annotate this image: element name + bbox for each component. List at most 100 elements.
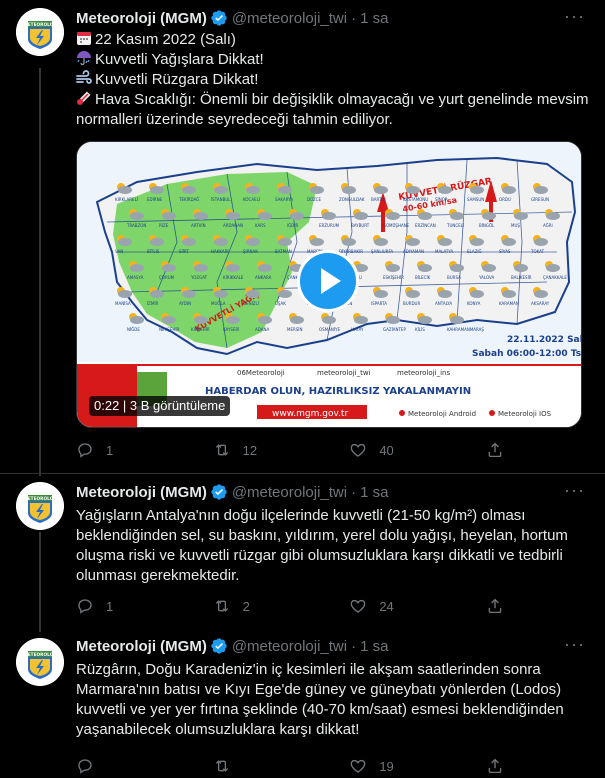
tweet-line: Yağışların Antalya'nın doğu ilçelerinde …	[76, 507, 526, 524]
city-label: ŞIRNAK	[243, 249, 258, 254]
city-label: TRABZON	[126, 223, 146, 228]
share-button[interactable]	[486, 597, 516, 615]
city-label: AYDIN	[179, 301, 191, 306]
city-label: MERSİN	[287, 327, 302, 332]
timestamp[interactable]: 1 sa	[360, 10, 388, 27]
map-period: Sabah 06:00-12:00 Tsi	[472, 349, 582, 359]
retweet-count: 12	[242, 442, 258, 458]
play-button[interactable]	[297, 250, 359, 312]
city-label: MUĞLA	[211, 301, 226, 306]
city-label: KOCAELİ	[243, 197, 260, 202]
author-name[interactable]: Meteoroloji (MGM)	[76, 638, 207, 655]
like-button[interactable]: 40	[349, 441, 449, 459]
tweet-line: normalleri üzerinde seyredeceği tahmin e…	[76, 110, 586, 130]
reply-button[interactable]: 1	[76, 597, 176, 615]
city-label: AĞRI	[543, 223, 553, 228]
city-label: KİLİS	[415, 327, 425, 332]
tweet-actions: 1 2 24	[76, 596, 516, 616]
city-label: TOKAT	[530, 249, 545, 254]
share-icon	[486, 597, 504, 615]
city-label: ISPARTA	[371, 301, 387, 306]
city-label: KAYSERİ	[223, 327, 239, 332]
tweet[interactable]: Meteoroloji (MGM) @meteoroloji_twi · 1 s…	[0, 0, 605, 476]
tweet[interactable]: Meteoroloji (MGM) @meteoroloji_twi · 1 s…	[0, 630, 605, 778]
like-count: 19	[379, 758, 394, 774]
timestamp[interactable]: 1 sa	[360, 484, 388, 501]
retweet-button[interactable]: 2	[213, 597, 313, 615]
like-button[interactable]: 19	[349, 757, 449, 775]
city-label: İSTANBUL	[211, 197, 231, 202]
app-android: Meteoroloji Android	[408, 410, 476, 418]
city-label: ANTALYA	[435, 301, 452, 306]
avatar[interactable]	[16, 8, 64, 56]
retweet-icon	[213, 597, 231, 615]
tweet-line: yaşanabilecek olumsuzluklara karşı dikka…	[76, 721, 360, 738]
reply-button[interactable]: 1	[76, 441, 176, 459]
social-facebook: 06Meteoroloji	[237, 369, 285, 377]
heart-icon	[349, 757, 367, 775]
city-label: AKSARAY	[531, 301, 550, 306]
line-text: Kuvvetli Rüzgara Dikkat!	[95, 71, 259, 88]
city-label: TUNCELİ	[446, 223, 464, 228]
timestamp[interactable]: 1 sa	[360, 638, 388, 655]
city-label: EDİRNE	[147, 197, 163, 202]
reply-count: 1	[106, 598, 114, 614]
tweet-line: Kuvvetli Yağışlara Dikkat!	[76, 50, 586, 70]
city-label: BURSA	[447, 275, 461, 280]
retweet-icon	[213, 441, 231, 459]
city-label: KIRKLARELİ	[115, 197, 138, 202]
retweet-button[interactable]	[213, 757, 313, 775]
avatar[interactable]	[16, 482, 64, 530]
reply-button[interactable]	[76, 757, 176, 775]
author-handle[interactable]: @meteoroloji_twi	[232, 484, 347, 501]
city-label: SAKARYA	[275, 197, 293, 202]
share-button[interactable]	[486, 757, 516, 775]
city-label: ORDU	[499, 197, 511, 202]
city-label: BARTIN	[371, 197, 386, 202]
map-date: 22.11.2022 Salı	[507, 335, 582, 345]
tweet-line: Rüzgârın, Doğu Karadeniz'in iç kesimleri…	[76, 661, 541, 678]
city-label: KASTAMONU	[403, 197, 428, 202]
mgm-logo-icon	[16, 482, 64, 530]
verified-badge-icon	[210, 9, 228, 27]
like-count: 24	[379, 598, 394, 614]
city-label: SİVAS	[499, 249, 511, 254]
author-name[interactable]: Meteoroloji (MGM)	[76, 10, 207, 27]
tweet-header: Meteoroloji (MGM) @meteoroloji_twi · 1 s…	[76, 482, 388, 502]
city-label: ZONGULDAK	[339, 197, 365, 202]
more-options-button[interactable]: ···	[564, 634, 585, 655]
city-label: VAN	[115, 249, 123, 254]
umbrella-rain-icon	[77, 51, 91, 66]
line-text: normalleri üzerinde seyredeceği tahmin e…	[76, 111, 393, 128]
city-label: RİZE	[159, 223, 169, 228]
more-options-button[interactable]: ···	[564, 480, 585, 501]
city-label: GAZİANTEP	[383, 327, 406, 332]
share-icon	[486, 441, 504, 459]
tweet-line: beklendiğinden sel, su baskını, yıldırım…	[76, 527, 568, 544]
heart-icon	[349, 597, 367, 615]
city-label: YALOVA	[478, 275, 495, 280]
city-label: DENİZLİ	[243, 301, 259, 306]
mgm-logo-icon	[16, 638, 64, 686]
tweet-line: oluşma riski ve kuvvetli rüzgar gibi olu…	[76, 547, 563, 564]
city-label: KIRIKKALE	[223, 275, 244, 280]
avatar[interactable]	[16, 638, 64, 686]
like-button[interactable]: 24	[349, 597, 449, 615]
tweet-text: Yağışların Antalya'nın doğu ilçelerinde …	[76, 506, 586, 586]
author-handle[interactable]: @meteoroloji_twi	[232, 10, 347, 27]
tweet-header: Meteoroloji (MGM) @meteoroloji_twi · 1 s…	[76, 636, 388, 656]
video-player[interactable]: KUVVETLİ RÜZGAR 40-60 km/sa KUVVETLİ YAĞ…	[76, 141, 582, 428]
author-handle[interactable]: @meteoroloji_twi	[232, 638, 347, 655]
city-label: NİĞDE	[127, 327, 140, 332]
retweet-button[interactable]: 12	[213, 441, 313, 459]
share-button[interactable]	[486, 441, 516, 459]
tweet-line: olunması gerekmektedir.	[76, 567, 240, 584]
slogan: HABERDAR OLUN, HAZIRLIKSIZ YAKALANMAYIN	[205, 386, 471, 397]
reply-icon	[76, 441, 94, 459]
line-text: Kuvvetli Yağışlara Dikkat!	[95, 51, 264, 68]
city-label: IĞDIR	[287, 223, 299, 228]
tweet-line: Marmara'nın batısı ve Kıyı Ege'de güney …	[76, 681, 562, 698]
more-options-button[interactable]: ···	[564, 6, 585, 27]
tweet[interactable]: Meteoroloji (MGM) @meteoroloji_twi · 1 s…	[0, 474, 605, 621]
author-name[interactable]: Meteoroloji (MGM)	[76, 484, 207, 501]
